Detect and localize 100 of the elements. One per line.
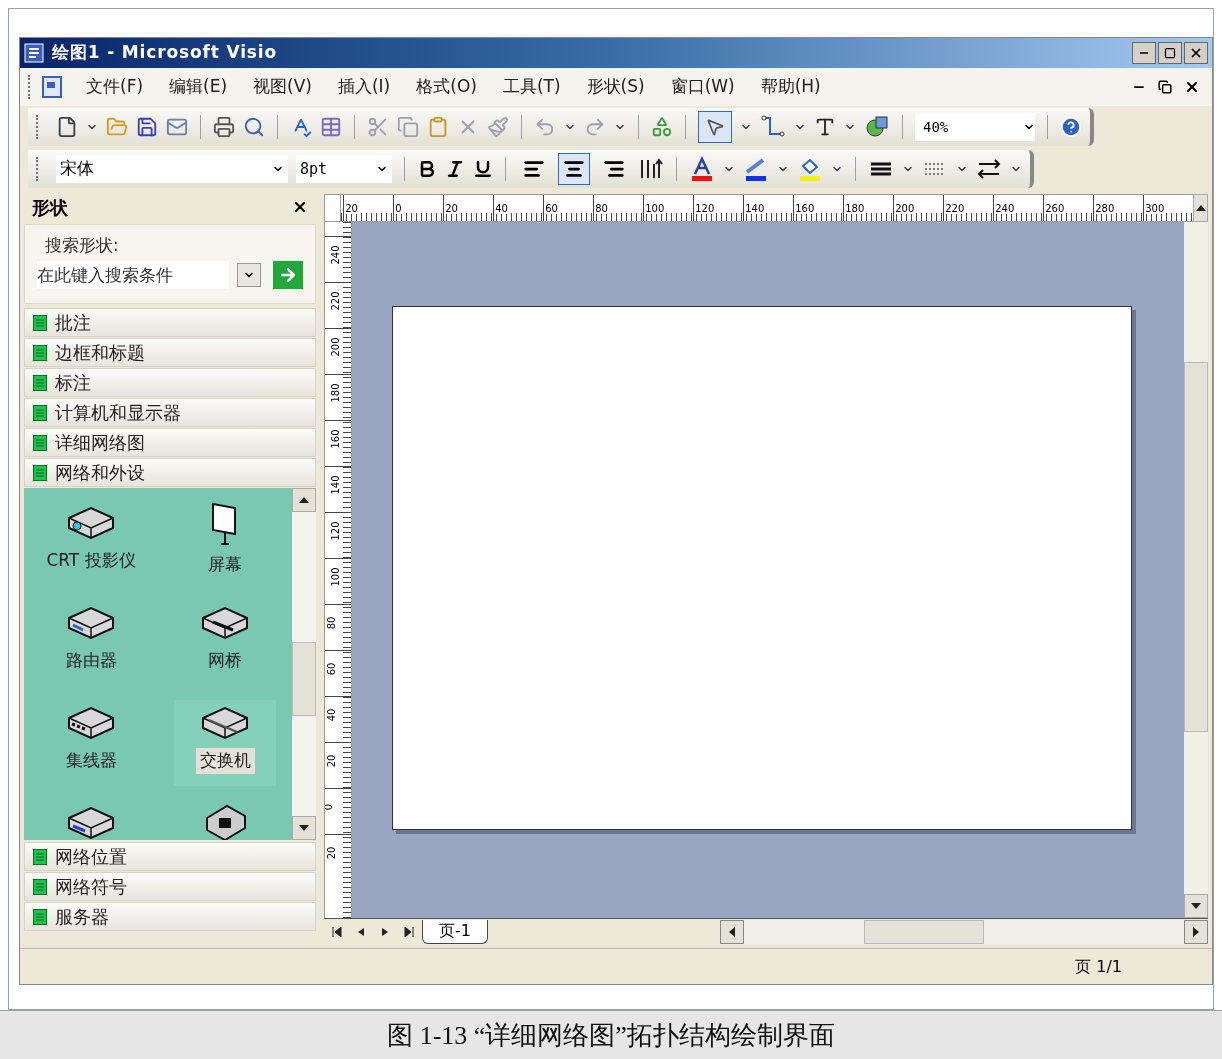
font-color-icon[interactable] <box>689 156 715 182</box>
stencil-icon <box>33 878 47 895</box>
connector-icon[interactable] <box>760 114 786 140</box>
underline-icon[interactable] <box>473 159 493 179</box>
align-right-icon <box>603 158 625 180</box>
shape-label: 网桥 <box>207 649 243 672</box>
stencil-title-bar[interactable]: 边框和标题 <box>24 338 316 367</box>
ruler-label: 40 <box>494 203 508 214</box>
help-icon[interactable] <box>1060 116 1082 138</box>
stencil-shape[interactable]: CRT 投影仪 <box>40 500 142 586</box>
close-button[interactable] <box>1184 42 1208 64</box>
vertical-scrollbar[interactable] <box>292 488 316 840</box>
go-button[interactable] <box>273 260 303 289</box>
scroll-left-button[interactable] <box>719 919 744 944</box>
stencil-title-bar[interactable]: 标注 <box>24 368 316 397</box>
toolbar-grip[interactable] <box>36 157 40 181</box>
close-icon[interactable] <box>292 199 308 215</box>
ruler-label: 100 <box>644 203 665 214</box>
align-button[interactable] <box>558 153 590 185</box>
stencil-title-bar[interactable]: 详细网络图 <box>24 428 316 457</box>
save-icon[interactable] <box>136 116 158 138</box>
stencil-icon <box>33 344 47 361</box>
stencil-title-bar[interactable]: 服务器 <box>24 902 316 931</box>
ruler-label: 200 <box>329 336 342 358</box>
drawing-tools-icon[interactable] <box>864 114 890 140</box>
scroll-down-button[interactable] <box>292 816 316 840</box>
next-page-icon[interactable] <box>380 926 390 937</box>
stencil-shape[interactable]: 网桥 <box>174 600 276 686</box>
close-icon <box>1189 46 1203 60</box>
menu-item[interactable]: 插入(I) <box>337 74 391 100</box>
toolbar-grip[interactable] <box>28 75 32 99</box>
print-icon[interactable] <box>213 116 235 138</box>
zoom-combo[interactable]: 40% <box>915 113 1035 141</box>
menu-item[interactable]: 工具(T) <box>502 74 561 100</box>
stencil-title-bar[interactable]: 批注 <box>24 308 316 337</box>
close-document-icon[interactable] <box>1184 79 1200 95</box>
menu-item[interactable]: 帮助(H) <box>760 74 821 100</box>
horizontal-scrollbar[interactable] <box>719 919 1208 944</box>
right-arrow-icon <box>1193 926 1199 937</box>
page-tab[interactable]: 页-1 <box>422 919 488 944</box>
font-size-combo[interactable]: 8pt <box>296 155 392 183</box>
shape-label: 交换机 <box>195 748 255 774</box>
scroll-up-button[interactable] <box>292 488 316 512</box>
italic-icon[interactable] <box>445 159 465 179</box>
stencil-shape[interactable]: 路由器 <box>40 600 142 686</box>
stencil-icon <box>33 464 47 481</box>
font-combo[interactable]: 宋体 <box>56 155 288 183</box>
canvas-scroll-down-button[interactable] <box>1184 894 1208 918</box>
down-arrow-icon <box>299 825 309 831</box>
search-field[interactable]: 在此键入搜索条件 <box>37 260 229 289</box>
ruler-scroll-up-button[interactable] <box>1193 194 1208 222</box>
previous-page-icon[interactable] <box>356 926 366 937</box>
menu-item[interactable]: 形状(S) <box>586 74 645 100</box>
maximize-button[interactable] <box>1158 42 1182 64</box>
pointer-tool-button[interactable] <box>698 111 732 143</box>
ruler-label: 240 <box>994 203 1015 214</box>
menu-item[interactable]: 格式(O) <box>416 74 477 100</box>
stencil-title-bar[interactable]: 网络和外设 <box>24 458 316 487</box>
scroll-thumb[interactable] <box>292 642 316 716</box>
down-arrow-icon <box>1191 903 1201 909</box>
menu-item[interactable]: 编辑(E) <box>169 74 228 100</box>
stencil-shape[interactable]: 屏幕 <box>174 500 276 586</box>
stencil-icon <box>33 908 47 925</box>
stencil-title-bar[interactable]: 计算机和显示器 <box>24 398 316 427</box>
print-preview-icon[interactable] <box>243 116 265 138</box>
shapes-icon[interactable] <box>651 116 673 138</box>
dropdown-button[interactable] <box>237 262 261 287</box>
stencil-shape[interactable]: 交换机 <box>174 700 276 786</box>
menu-item[interactable]: 视图(V) <box>253 74 312 100</box>
last-page-icon[interactable] <box>404 926 414 937</box>
ruler-label: 80 <box>594 203 608 214</box>
ruler-label: 60 <box>544 203 558 214</box>
ruler-label: 180 <box>329 382 342 404</box>
text-tool-icon[interactable] <box>814 116 836 138</box>
mail-icon[interactable] <box>166 116 188 138</box>
search-label: 搜索形状: <box>44 234 120 257</box>
ruler-label: 120 <box>694 203 715 214</box>
line-color-icon[interactable] <box>743 156 769 182</box>
pointer-icon <box>705 117 725 137</box>
canvas-vertical-scrollbar[interactable] <box>1184 222 1208 918</box>
restore-document-icon[interactable] <box>1158 80 1172 94</box>
toolbar-grip[interactable] <box>36 115 40 139</box>
fill-color-icon[interactable] <box>797 156 823 182</box>
ruler-label: 280 <box>1094 203 1115 214</box>
new-file-icon[interactable] <box>56 116 78 138</box>
window-title: 绘图1 - Microsoft Visio <box>52 41 277 65</box>
menu-item[interactable]: 窗口(W) <box>670 74 735 100</box>
stencil-title-bar[interactable]: 网络位置 <box>24 842 316 871</box>
menu-item[interactable]: 文件(F) <box>86 74 144 100</box>
stencil-title-bar[interactable]: 网络符号 <box>24 872 316 901</box>
ruler-label: 100 <box>329 566 342 588</box>
ruler-label: 120 <box>329 520 342 542</box>
stencil-shape[interactable]: 集线器 <box>40 700 142 786</box>
app-icon <box>24 43 44 63</box>
minimize-button[interactable] <box>1132 42 1156 64</box>
stencil-icon <box>33 434 47 451</box>
canvas-scroll-thumb[interactable] <box>1184 362 1208 732</box>
scroll-right-button[interactable] <box>1184 919 1208 944</box>
first-page-icon[interactable] <box>332 926 342 937</box>
horizontal-scroll-thumb[interactable] <box>863 919 984 944</box>
